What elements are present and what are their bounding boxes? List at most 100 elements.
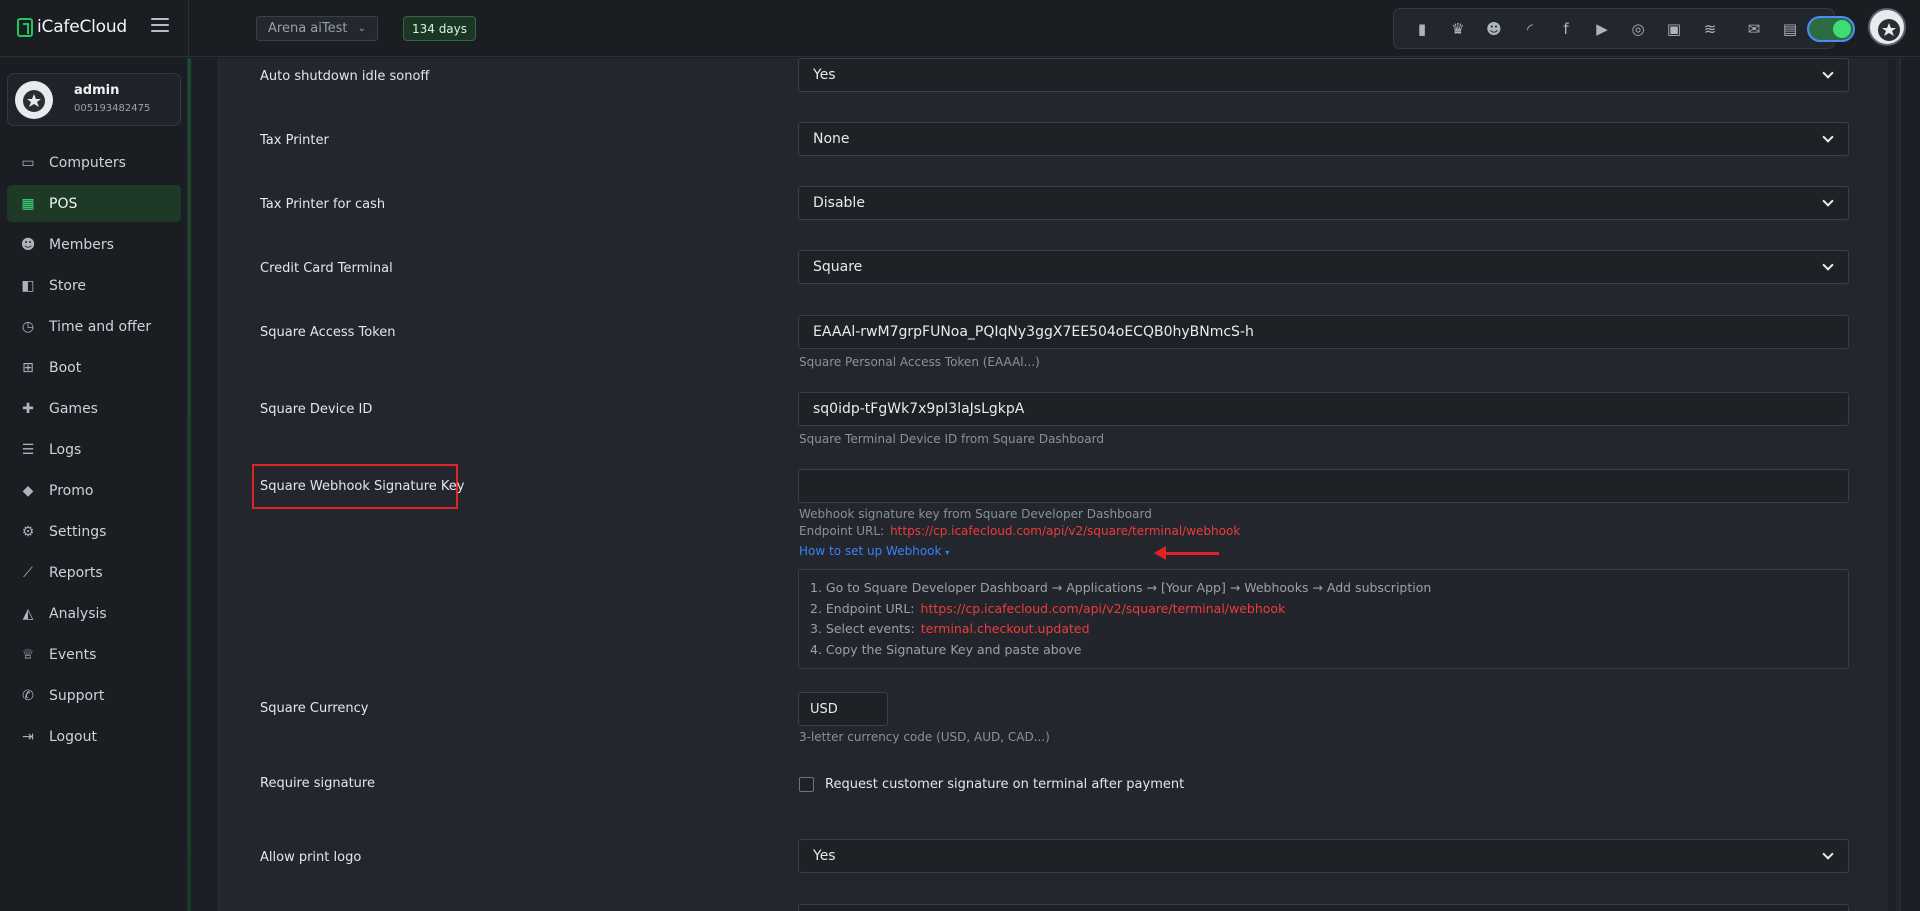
tax-printer-select[interactable]: None [798,122,1849,156]
field-label: Tax Printer [260,133,329,148]
trophy-icon[interactable]: ♛ [1448,19,1468,39]
leaderboard-icon[interactable]: ▮ [1412,19,1432,39]
bag-icon: ◧ [21,277,35,294]
sidebar-item-logout[interactable]: ⇥ Logout [7,718,181,755]
sidebar-item-analysis[interactable]: ◭ Analysis [7,595,181,632]
sidebar-item-games[interactable]: ✚ Games [7,390,181,427]
sidebar-item-promo[interactable]: ◆ Promo [7,472,181,509]
sidebar-item-pos[interactable]: ▦ POS [7,185,181,222]
field-label: Allow print logo [260,850,362,865]
sidebar-item-label: Computers [49,154,126,171]
rss-icon[interactable]: ◜ [1520,19,1540,39]
chevron-down-icon [1822,259,1834,271]
facebook-icon[interactable]: f [1556,19,1576,39]
sidebar-item-events[interactable]: ♕ Events [7,636,181,673]
sidebar-item-label: Store [49,277,87,294]
sidebar: admin 005193482475 ▭ Computers ▦ POS ☻ Memb… [0,58,188,911]
monitor-icon: ▭ [21,154,35,171]
brand-logo[interactable]: iCafeCloud [17,17,127,37]
logout-icon: ⇥ [22,728,34,745]
sidebar-item-boot[interactable]: ⊞ Boot [7,349,181,386]
sidebar-item-reports[interactable]: ⟋ Reports [7,554,181,591]
sidebar-item-label: Reports [49,564,103,581]
sidebar-item-computers[interactable]: ▭ Computers [7,144,181,181]
user-id: 005193482475 [74,103,151,114]
annotation-arrow [1154,546,1219,560]
square-access-token-input[interactable]: EAAAl-rwM7grpFUNoa_PQIqNy3ggX7EE504oECQB… [798,315,1849,349]
field-help: Webhook signature key from Square Develo… [799,507,1152,521]
sidebar-nav: ▭ Computers ▦ POS ☻ Members ◧ Store ◷ Time an… [7,144,181,759]
list-icon: ☰ [21,441,35,458]
menu-toggle-icon[interactable] [151,18,169,33]
field-label: Require signature [260,776,375,791]
sidebar-item-label: Settings [49,523,107,540]
select-value: Disable [813,195,865,211]
cafe-name: Arena aiTest [268,21,348,36]
user-name: admin [74,83,120,98]
quick-icon-bar: ▮ ♛ ☻ ◜ f ▶ ◎ ▣ ≋ ✉ ▤ [1393,8,1835,49]
currency-input[interactable]: USD [798,692,888,726]
tax-printer-cash-select[interactable]: Disable [798,186,1849,220]
step-label: 2. Endpoint URL: [810,600,915,616]
sidebar-item-label: Members [49,236,114,253]
clock-icon: ◷ [21,318,35,335]
cash-register-icon: ▦ [21,195,35,212]
chevron-down-icon: ⌄ [357,23,366,34]
auto-shutdown-select[interactable]: Yes [798,58,1849,92]
pos-settings-form: Auto shutdown idle sonoff Yes Tax Printe… [218,58,1901,911]
field-help: Square Terminal Device ID from Square Da… [799,432,1104,446]
members-icon[interactable]: ☻ [1484,19,1504,39]
step-1: 1. Go to Square Developer Dashboard → Ap… [810,580,1432,595]
cloud-sync-icon[interactable]: ≋ [1700,19,1720,39]
theme-toggle[interactable] [1807,16,1855,42]
sidebar-item-logs[interactable]: ☰ Logs [7,431,181,468]
select-value: Yes [813,67,836,83]
field-label: Square Access Token [260,325,396,340]
tag-icon: ◆ [22,482,34,499]
endpoint-label: Endpoint URL: [799,524,885,538]
globe-icon[interactable]: ◎ [1628,19,1648,39]
line-chart-icon: ⟋ [23,564,33,581]
icafe-icon[interactable]: ▣ [1664,19,1684,39]
credit-terminal-select[interactable]: Square [798,250,1849,284]
webhook-signature-key-input[interactable] [798,469,1849,503]
print-logo-select[interactable]: Yes [798,839,1849,873]
next-field-input[interactable] [798,904,1849,911]
field-label: Tax Printer for cash [260,197,386,212]
sidebar-item-settings[interactable]: ⚙ Settings [7,513,181,550]
sidebar-item-members[interactable]: ☻ Members [7,226,181,263]
field-label: Square Device ID [260,402,373,417]
youtube-icon[interactable]: ▶ [1592,19,1612,39]
sidebar-item-label: Logout [49,728,97,745]
require-signature-checkbox[interactable] [799,777,814,792]
endpoint-url[interactable]: https://cp.icafecloud.com/api/v2/square/… [890,524,1240,538]
select-value: None [813,131,850,147]
chevron-down-icon [1822,67,1834,79]
gear-icon: ⚙ [21,523,35,540]
sidebar-item-time-and-offer[interactable]: ◷ Time and offer [7,308,181,345]
avatar [15,81,53,119]
webhook-steps-panel: 1. Go to Square Developer Dashboard → Ap… [798,569,1849,669]
caret-down-icon: ▾ [945,548,950,557]
sidebar-item-label: Support [49,687,105,704]
sidebar-item-label: POS [49,195,78,212]
avatar[interactable] [1868,8,1906,46]
cafe-selector[interactable]: Arena aiTest ⌄ [256,16,378,41]
checkbox-label[interactable]: Request customer signature on terminal a… [825,777,1184,792]
field-label: Square Currency [260,701,369,716]
step-url[interactable]: https://cp.icafecloud.com/api/v2/square/… [921,601,1286,616]
field-label: Square Webhook Signature Key [260,479,465,494]
field-label: Credit Card Terminal [260,261,393,276]
how-to-webhook-link[interactable]: How to set up Webhook ▾ [799,544,949,558]
scrollbar[interactable] [1888,58,1896,911]
mail-icon[interactable]: ✉ [1744,19,1764,39]
square-device-id-input[interactable]: sq0idp-tFgWk7x9pI3laJsLgkpA [798,392,1849,426]
crown-icon: ♕ [21,646,35,663]
sidebar-item-support[interactable]: ✆ Support [7,677,181,714]
user-card[interactable]: admin 005193482475 [7,73,181,126]
step-4: 4. Copy the Signature Key and paste abov… [810,641,1082,657]
sidebar-item-store[interactable]: ◧ Store [7,267,181,304]
sidebar-item-label: Analysis [49,605,107,622]
chat-icon[interactable]: ▤ [1780,19,1800,39]
area-chart-icon: ◭ [22,605,34,622]
